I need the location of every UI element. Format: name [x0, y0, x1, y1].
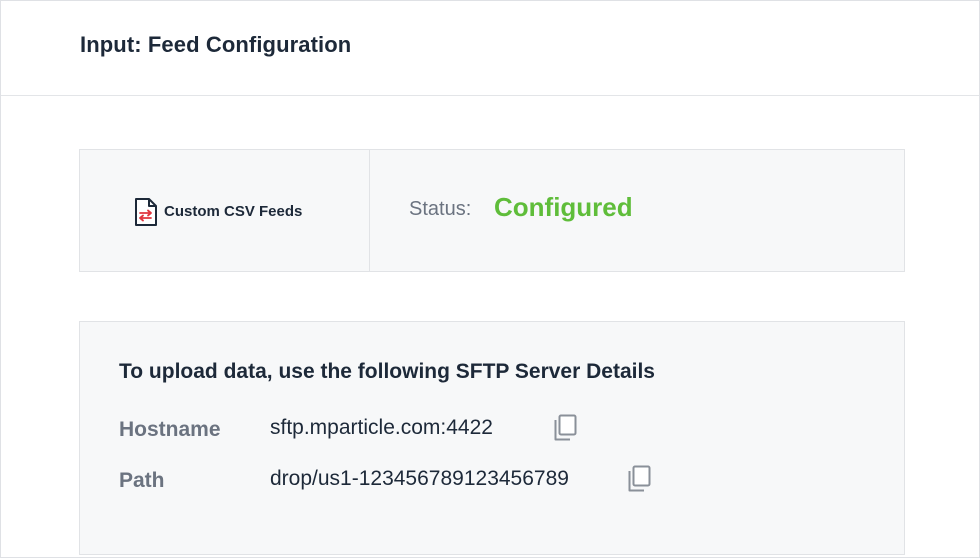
feed-cell: Custom CSV Feeds — [80, 150, 370, 271]
sftp-details-card: To upload data, use the following SFTP S… — [79, 321, 905, 555]
feed-status-card: Custom CSV Feeds Status: Configured — [79, 149, 905, 272]
copy-hostname-icon[interactable] — [552, 413, 578, 443]
hostname-label: Hostname — [119, 418, 221, 441]
path-value: drop/us1-123456789123456789 — [270, 467, 569, 490]
copy-path-icon[interactable] — [626, 464, 652, 494]
status-value: Configured — [494, 192, 633, 222]
page-header: Input: Feed Configuration — [1, 1, 979, 96]
page-frame: Input: Feed Configuration Custom CSV Fee… — [0, 0, 980, 558]
status-label: Status: — [409, 198, 472, 220]
page-title: Input: Feed Configuration — [80, 32, 352, 57]
hostname-value: sftp.mparticle.com:4422 — [270, 416, 493, 439]
path-label: Path — [119, 469, 165, 492]
sftp-heading: To upload data, use the following SFTP S… — [119, 360, 655, 383]
feed-name: Custom CSV Feeds — [164, 203, 303, 220]
csv-file-icon — [134, 197, 158, 227]
